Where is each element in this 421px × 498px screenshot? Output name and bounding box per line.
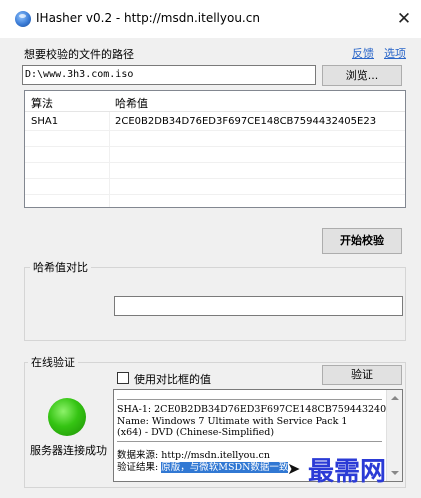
online-verify-button[interactable]: 验证 — [322, 365, 402, 385]
window-title: IHasher v0.2 - http://msdn.itellyou.cn — [36, 11, 260, 25]
browse-button[interactable]: 浏览... — [322, 65, 402, 86]
site-watermark: 最需网 — [308, 457, 387, 487]
hasher-globe-icon — [15, 11, 31, 27]
grid-line — [25, 146, 405, 147]
mouse-cursor-icon: ➤ — [287, 459, 301, 478]
server-status-label: 服务器连接成功 — [30, 444, 107, 457]
table-row[interactable]: SHA1 2CE0B2DB34D76ED3F697CE148CB75944324… — [25, 114, 405, 130]
hash-list[interactable]: 算法 哈希值 SHA1 2CE0B2DB34D76ED3F697CE148CB7… — [24, 90, 406, 208]
file-path-label: 想要校验的文件的路径 — [24, 48, 134, 61]
result-verdict-line: 验证结果: 原版，与微软MSDN数据一致 — [117, 459, 289, 473]
row-algorithm: SHA1 — [31, 116, 59, 127]
grid-line — [25, 194, 405, 195]
column-header-algorithm[interactable]: 算法 — [31, 95, 53, 111]
column-header-hash[interactable]: 哈希值 — [115, 95, 148, 111]
result-edition-line: (x64) - DVD (Chinese-Simplified) — [117, 427, 275, 438]
grid-line — [25, 178, 405, 179]
hash-list-header: 算法 哈希值 — [25, 91, 405, 112]
compare-hash-input[interactable] — [114, 296, 403, 316]
scroll-down-arrow-icon[interactable] — [391, 471, 399, 475]
result-verdict-highlight: 原版，与微软MSDN数据一致 — [161, 462, 289, 473]
close-icon[interactable]: ✕ — [392, 8, 416, 30]
result-separator — [117, 441, 382, 442]
compare-group-title: 哈希值对比 — [30, 259, 91, 275]
file-path-input[interactable]: D:\www.3h3.com.iso — [22, 65, 316, 85]
use-compare-checkbox[interactable] — [117, 372, 129, 384]
row-hash: 2CE0B2DB34D76ED3F697CE148CB7594432405E23 — [115, 116, 377, 127]
result-verdict-label: 验证结果: — [117, 462, 162, 473]
start-verify-button[interactable]: 开始校验 — [322, 228, 402, 254]
grid-line — [25, 162, 405, 163]
online-verify-group-title: 在线验证 — [28, 354, 78, 370]
options-link[interactable]: 选项 — [384, 45, 406, 61]
grid-line — [25, 130, 405, 131]
scroll-up-arrow-icon[interactable] — [391, 396, 399, 400]
status-led-icon — [48, 398, 86, 436]
result-name-line: Name: Windows 7 Ultimate with Service Pa… — [117, 416, 348, 427]
use-compare-label[interactable]: 使用对比框的值 — [134, 371, 211, 387]
result-scrollbar[interactable] — [386, 390, 402, 481]
result-separator — [117, 399, 382, 400]
result-sha1-line: SHA-1: 2CE0B2DB34D76ED3F697CE148CB759443… — [117, 404, 403, 415]
feedback-link[interactable]: 反馈 — [352, 45, 374, 61]
